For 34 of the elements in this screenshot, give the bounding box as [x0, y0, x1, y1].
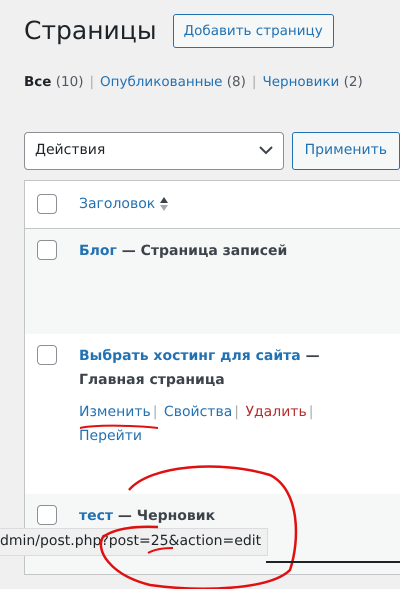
row-action-link[interactable]: Свойства — [164, 404, 232, 420]
page-title-text: Выбрать хостинг для сайта — Главная страница — [79, 346, 321, 390]
delete-link[interactable]: Удалить — [245, 404, 307, 420]
select-value: Действия — [35, 141, 106, 160]
separator: | — [234, 404, 240, 420]
filter-link[interactable]: Опубликованные — [100, 74, 222, 90]
page-title-text: тест — Черновик — [79, 506, 216, 526]
apply-button[interactable]: Применить — [292, 132, 400, 170]
filter-link[interactable]: Все — [24, 74, 52, 90]
filter-count: (2) — [344, 74, 363, 90]
row-action-link[interactable]: Перейти — [79, 428, 142, 444]
separator: | — [152, 404, 158, 420]
page-title-link[interactable]: Выбрать хостинг для сайта — [79, 348, 301, 364]
page-title: Страницы — [24, 16, 157, 46]
row-checkbox[interactable] — [37, 504, 57, 524]
filter-count: (10) — [56, 74, 84, 90]
sort-icon — [159, 196, 170, 212]
page-title-text: Блог — Страница записей — [79, 242, 288, 260]
separator: | — [252, 74, 256, 90]
row-checkbox[interactable] — [37, 344, 57, 364]
select-all-checkbox[interactable] — [37, 194, 57, 214]
underline-annotation — [148, 547, 174, 554]
chevron-down-icon — [258, 146, 273, 155]
row-action-link[interactable]: Изменить — [79, 404, 151, 420]
page-title-link[interactable]: тест — [79, 508, 114, 524]
filter-link[interactable]: Черновики — [262, 74, 340, 90]
add-page-button[interactable]: Добавить страницу — [172, 14, 334, 48]
separator: | — [89, 74, 94, 90]
row-checkbox[interactable] — [37, 240, 57, 260]
column-header-link[interactable]: Заголовок — [79, 194, 156, 214]
separator: | — [308, 404, 314, 420]
page-title-link[interactable]: Блог — [79, 242, 117, 258]
bulk-actions-select[interactable]: Действия — [24, 132, 284, 170]
filter-count: (8) — [226, 74, 246, 90]
